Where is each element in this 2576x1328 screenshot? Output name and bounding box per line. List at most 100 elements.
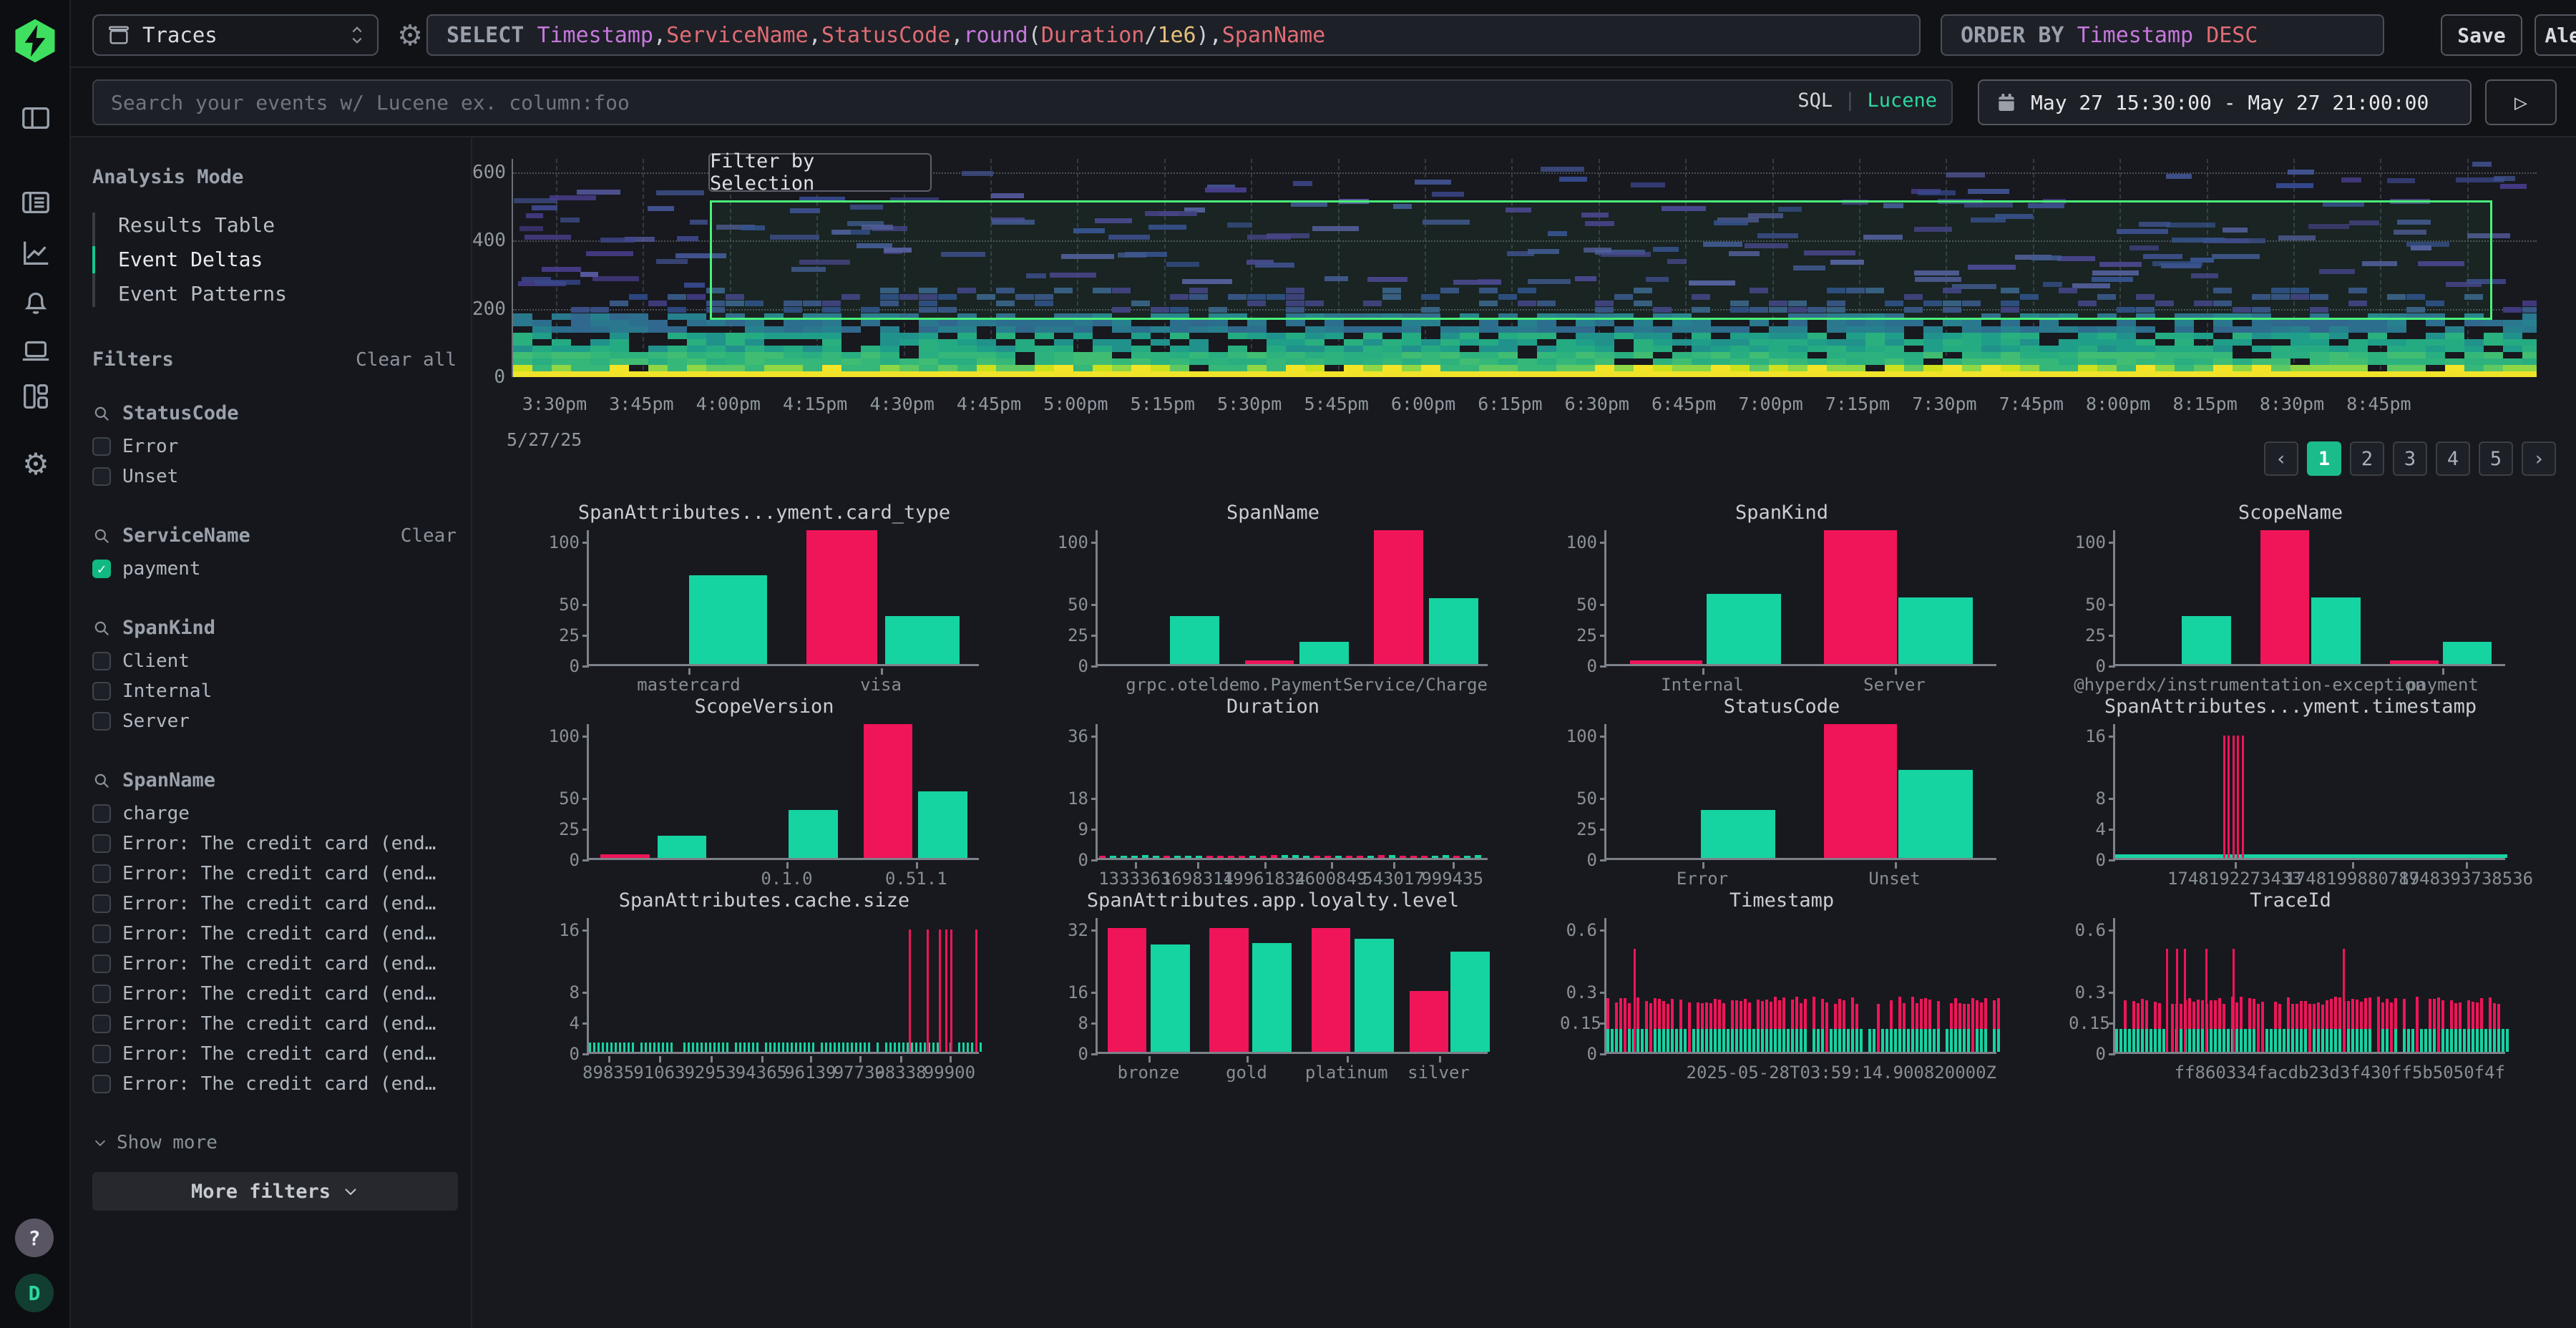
filter-by-selection-tooltip[interactable]: Filter by Selection bbox=[708, 153, 932, 192]
heatmap-cell bbox=[880, 346, 899, 352]
page-2[interactable]: 2 bbox=[2350, 441, 2384, 476]
dense-bar bbox=[1671, 1029, 1674, 1052]
sessions-laptop-icon[interactable] bbox=[19, 334, 52, 367]
checkbox[interactable]: ✓ bbox=[92, 560, 111, 578]
checkbox[interactable] bbox=[92, 437, 111, 456]
filter-option[interactable]: Error: The credit card (end… bbox=[92, 889, 457, 919]
selection-rectangle[interactable] bbox=[710, 200, 2492, 320]
filter-option[interactable]: Error: The credit card (end… bbox=[92, 1039, 457, 1069]
date-range-picker[interactable]: May 27 15:30:00 - May 27 21:00:00 bbox=[1978, 79, 2472, 125]
filter-option[interactable]: ✓payment bbox=[92, 554, 457, 584]
heatmap-cell bbox=[1518, 320, 1537, 326]
checkbox[interactable] bbox=[92, 864, 111, 883]
checkbox[interactable] bbox=[92, 1075, 111, 1093]
filter-option[interactable]: Error: The credit card (end… bbox=[92, 859, 457, 889]
chart-icon[interactable] bbox=[19, 236, 52, 269]
checkbox[interactable] bbox=[92, 894, 111, 913]
filter-option[interactable]: Error: The credit card (end… bbox=[92, 829, 457, 859]
mix-strip-bar bbox=[1217, 856, 1224, 858]
help-button[interactable]: ? bbox=[15, 1219, 54, 1257]
user-avatar[interactable]: D bbox=[15, 1274, 54, 1312]
heatmap-cell bbox=[1112, 320, 1131, 326]
checkbox[interactable] bbox=[92, 985, 111, 1003]
heatmap-cell bbox=[1692, 333, 1711, 339]
hyperdx-logo[interactable] bbox=[11, 17, 59, 64]
settings-gear-icon[interactable]: ⚙ bbox=[19, 448, 52, 481]
filter-option[interactable]: Error: The credit card (end… bbox=[92, 1069, 457, 1099]
sidebar-toggle-icon[interactable] bbox=[19, 102, 52, 135]
clear-filter-link[interactable]: Clear bbox=[401, 525, 457, 547]
mix-strip-bar bbox=[1378, 855, 1385, 858]
clear-all-filters-link[interactable]: Clear all bbox=[356, 349, 457, 371]
heatmap-cell bbox=[1305, 326, 1324, 333]
heatmap-cell bbox=[2348, 320, 2368, 326]
tick-bar bbox=[701, 1043, 703, 1052]
run-query-button[interactable]: ▷ bbox=[2485, 79, 2557, 125]
filter-option[interactable]: charge bbox=[92, 799, 457, 829]
page-1[interactable]: 1 bbox=[2307, 441, 2341, 476]
dense-bar bbox=[2291, 1029, 2294, 1052]
page-3[interactable]: 3 bbox=[2393, 441, 2427, 476]
bar bbox=[1898, 597, 1973, 664]
show-more-toggle[interactable]: Show more bbox=[92, 1132, 457, 1153]
checkbox[interactable] bbox=[92, 834, 111, 853]
checkbox[interactable] bbox=[92, 652, 111, 670]
select-query-editor[interactable]: SELECT Timestamp,ServiceName,StatusCode,… bbox=[426, 14, 1921, 56]
filter-option[interactable]: Internal bbox=[92, 676, 457, 706]
bar bbox=[1170, 616, 1219, 664]
analysis-mode-item[interactable]: Results Table bbox=[92, 208, 457, 243]
heatmap-cell bbox=[1035, 346, 1054, 352]
alerts-bell-icon[interactable] bbox=[19, 285, 52, 318]
dense-bar bbox=[1907, 1029, 1910, 1052]
event-stream-icon[interactable] bbox=[19, 186, 52, 219]
pager-next[interactable]: › bbox=[2522, 441, 2556, 476]
filter-option[interactable]: Server bbox=[92, 706, 457, 736]
filter-option[interactable]: Error: The credit card (end… bbox=[92, 949, 457, 979]
filter-option[interactable]: Unset bbox=[92, 462, 457, 492]
orderby-query-editor[interactable]: ORDER BY Timestamp DESC bbox=[1941, 14, 2384, 56]
filter-option[interactable]: Error: The credit card (end… bbox=[92, 1009, 457, 1039]
tick-bar bbox=[743, 1043, 746, 1052]
source-select[interactable]: Traces bbox=[92, 14, 379, 56]
lucene-mode-toggle[interactable]: Lucene bbox=[1867, 89, 1937, 112]
filter-option[interactable]: Error: The credit card (end… bbox=[92, 979, 457, 1009]
alerts-button[interactable]: Alerts bbox=[2534, 14, 2576, 56]
filter-option[interactable]: Client bbox=[92, 646, 457, 676]
heatmap-cell bbox=[2136, 326, 2155, 333]
heatmap-cell bbox=[2503, 326, 2522, 333]
heatmap-cell bbox=[919, 352, 938, 358]
x-axis-time-label: 5:45pm bbox=[1304, 394, 1368, 414]
dense-bar bbox=[1911, 1029, 1914, 1052]
checkbox[interactable] bbox=[92, 924, 111, 943]
heatmap-cell bbox=[1344, 358, 1363, 365]
search-icon[interactable] bbox=[92, 404, 111, 423]
filter-option[interactable]: Error: The credit card (end… bbox=[92, 919, 457, 949]
heatmap-cell bbox=[2290, 365, 2310, 371]
search-icon[interactable] bbox=[92, 771, 111, 790]
heatmap-cell bbox=[2213, 358, 2233, 365]
dashboards-icon[interactable] bbox=[19, 380, 52, 413]
checkbox[interactable] bbox=[92, 682, 111, 700]
heatmap-cell bbox=[745, 333, 764, 339]
more-filters-button[interactable]: More filters bbox=[92, 1172, 458, 1211]
search-icon[interactable] bbox=[92, 619, 111, 638]
analysis-mode-item[interactable]: Event Deltas bbox=[92, 243, 457, 277]
save-button[interactable]: Save bbox=[2441, 14, 2522, 56]
search-input[interactable] bbox=[92, 79, 1953, 125]
checkbox[interactable] bbox=[92, 804, 111, 823]
checkbox[interactable] bbox=[92, 712, 111, 731]
page-4[interactable]: 4 bbox=[2436, 441, 2470, 476]
checkbox[interactable] bbox=[92, 954, 111, 973]
search-icon[interactable] bbox=[92, 527, 111, 545]
dense-bar bbox=[1791, 1029, 1794, 1052]
analysis-mode-item[interactable]: Event Patterns bbox=[92, 277, 457, 311]
checkbox[interactable] bbox=[92, 1015, 111, 1033]
checkbox[interactable] bbox=[92, 467, 111, 486]
pager-prev[interactable]: ‹ bbox=[2264, 441, 2298, 476]
sql-mode-toggle[interactable]: SQL bbox=[1797, 89, 1833, 112]
filter-option[interactable]: Error bbox=[92, 431, 457, 462]
mini-chart-spanname: SpanName10050250grpc.oteldemo.PaymentSer… bbox=[1051, 499, 1495, 686]
source-settings-gear-icon[interactable]: ⚙ bbox=[394, 20, 426, 52]
checkbox[interactable] bbox=[92, 1045, 111, 1063]
page-5[interactable]: 5 bbox=[2479, 441, 2513, 476]
